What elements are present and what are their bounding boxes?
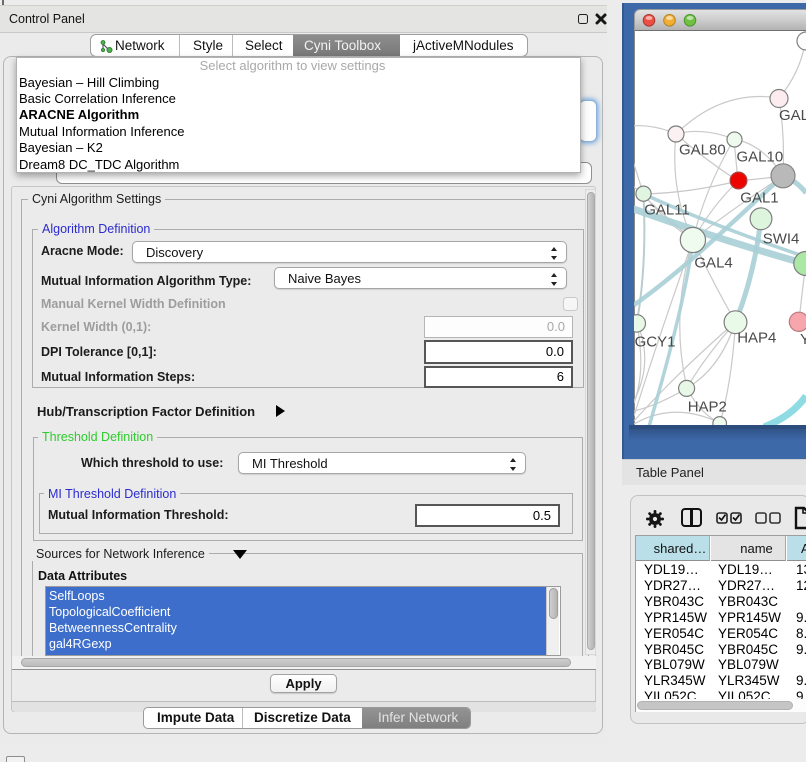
svg-text:GAL11: GAL11 <box>644 202 690 219</box>
svg-text:SWI4: SWI4 <box>763 231 800 248</box>
svg-text:HAP2: HAP2 <box>688 399 727 416</box>
svg-text:GCY1: GCY1 <box>635 334 676 351</box>
svg-text:GAL80: GAL80 <box>679 142 726 159</box>
svg-text:GAL4: GAL4 <box>694 255 732 272</box>
svg-text:GAL10: GAL10 <box>737 149 784 166</box>
svg-text:Y: Y <box>800 331 806 348</box>
svg-text:HAP4: HAP4 <box>737 330 776 347</box>
svg-text:GAL7: GAL7 <box>779 107 806 124</box>
svg-text:GAL1: GAL1 <box>740 190 778 207</box>
